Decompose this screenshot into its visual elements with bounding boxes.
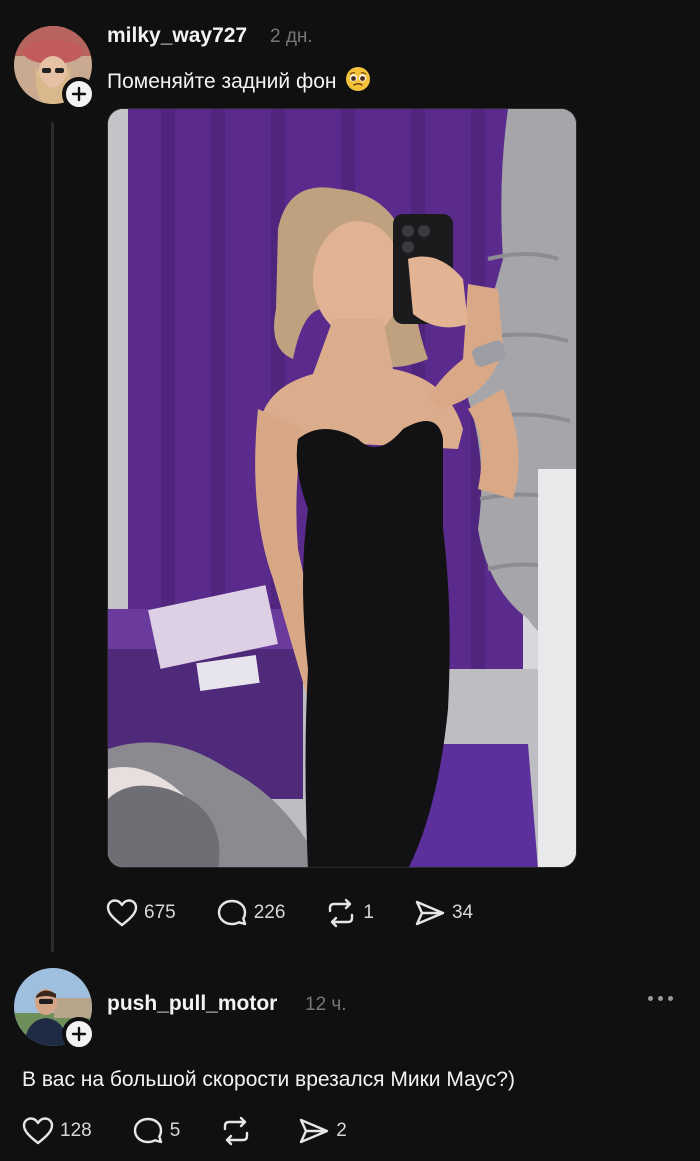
like-button[interactable]: 675 bbox=[106, 898, 176, 928]
post-text: Поменяйте задний фон bbox=[107, 66, 371, 98]
heart-icon bbox=[106, 899, 138, 927]
post-actions: 675 226 1 34 bbox=[106, 898, 513, 928]
reply-username[interactable]: push_pull_motor bbox=[107, 992, 277, 1016]
reply-share-count: 2 bbox=[336, 1120, 347, 1141]
more-options-icon[interactable] bbox=[648, 996, 673, 1001]
post-text-content: Поменяйте задний фон bbox=[107, 70, 337, 93]
reply-like-button[interactable]: 128 bbox=[22, 1116, 92, 1146]
reply-share-button[interactable]: 2 bbox=[298, 1116, 347, 1146]
repost-count: 1 bbox=[363, 902, 374, 923]
post-image[interactable] bbox=[107, 108, 577, 868]
repost-button[interactable]: 1 bbox=[325, 898, 374, 928]
reply-repost-button[interactable] bbox=[220, 1116, 258, 1146]
reply-text: В вас на большой скорости врезался Мики … bbox=[22, 1068, 515, 1091]
comment-icon bbox=[133, 1117, 162, 1144]
send-icon bbox=[300, 1118, 329, 1144]
plus-icon bbox=[71, 86, 87, 102]
comment-count: 226 bbox=[253, 902, 286, 923]
post-username[interactable]: milky_way727 bbox=[107, 24, 247, 48]
like-count: 675 bbox=[144, 902, 176, 923]
share-button[interactable]: 34 bbox=[414, 898, 473, 928]
share-count: 34 bbox=[451, 902, 474, 923]
post-time: 2 дн. bbox=[270, 26, 313, 47]
reply-follow-button[interactable] bbox=[62, 1017, 96, 1051]
send-icon bbox=[415, 900, 445, 926]
reply-actions: 128 5 2 bbox=[22, 1116, 387, 1146]
plus-icon bbox=[71, 1026, 87, 1042]
comment-button[interactable]: 226 bbox=[216, 898, 286, 928]
reply-comment-count: 5 bbox=[169, 1120, 181, 1141]
reply-comment-button[interactable]: 5 bbox=[132, 1116, 181, 1146]
reply-time: 12 ч. bbox=[305, 994, 347, 1015]
heart-icon bbox=[22, 1117, 54, 1145]
reply-like-count: 128 bbox=[60, 1120, 92, 1141]
repost-icon bbox=[329, 898, 354, 928]
pleading-face-icon bbox=[345, 66, 371, 98]
thread-line bbox=[51, 122, 54, 952]
repost-icon bbox=[224, 1116, 249, 1146]
follow-button[interactable] bbox=[62, 77, 96, 111]
comment-icon bbox=[217, 899, 246, 926]
